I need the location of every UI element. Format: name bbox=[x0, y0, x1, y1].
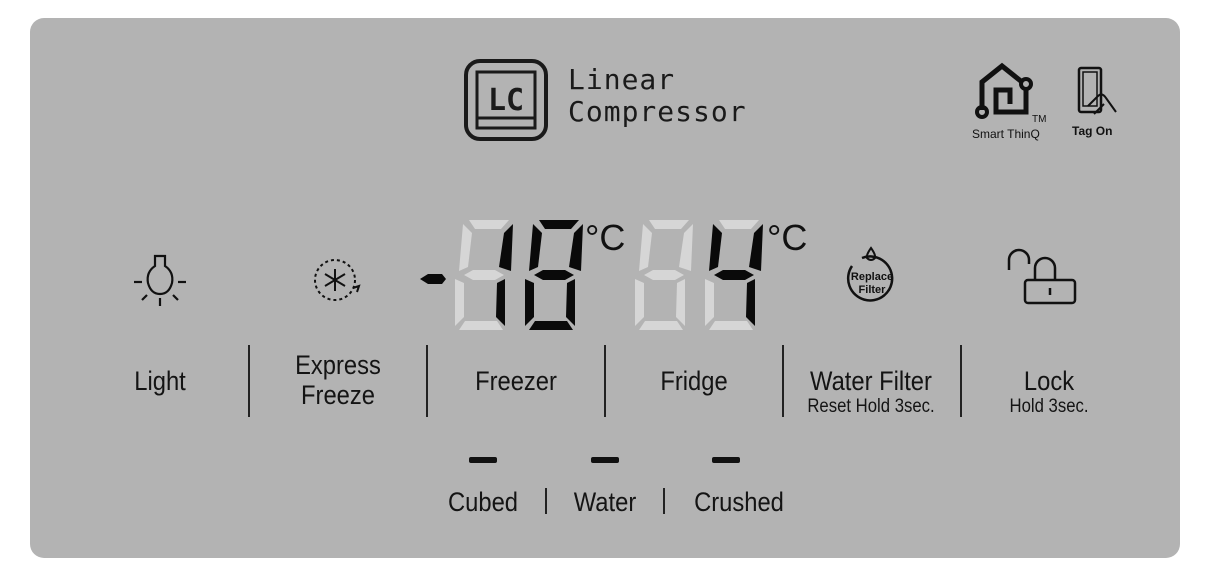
fridge-digit-1-segment-c bbox=[676, 279, 685, 326]
freezer-digit-2-segment-a bbox=[539, 220, 579, 229]
cubed-button[interactable]: Cubed bbox=[435, 487, 532, 517]
water-button[interactable]: Water bbox=[557, 487, 654, 517]
svg-text:Filter: Filter bbox=[859, 284, 887, 296]
smart-thinq-icon bbox=[975, 62, 1033, 119]
freezer-digit-2-segment-e bbox=[525, 279, 534, 326]
brand-line1: Linear bbox=[568, 63, 676, 96]
fridge-digit-1-segment-b bbox=[679, 224, 693, 271]
freezer-digit-2-segment-f bbox=[529, 224, 542, 271]
fridge-digit-1-segment-d bbox=[639, 321, 683, 330]
fridge-digit-1-segment-e bbox=[635, 279, 644, 326]
divider bbox=[604, 345, 606, 417]
freezer-digit-2-segment-b bbox=[569, 224, 583, 271]
fridge-button[interactable]: Fridge bbox=[632, 366, 755, 396]
fridge-digit-2-segment-d bbox=[709, 321, 753, 330]
light-bulb-icon bbox=[134, 254, 186, 306]
freezer-digit-1-segment-f bbox=[459, 224, 472, 271]
freezer-digit-1-segment-a bbox=[469, 220, 509, 229]
fridge-digit-2-segment-e bbox=[705, 279, 714, 326]
svg-text:LC: LC bbox=[488, 83, 524, 118]
divider bbox=[663, 488, 665, 514]
divider bbox=[545, 488, 547, 514]
fridge-digit-2-segment-b bbox=[749, 224, 763, 271]
freezer-digit-1-segment-d bbox=[459, 321, 503, 330]
lc-logo-icon: LC bbox=[464, 59, 548, 141]
freezer-unit: °C bbox=[585, 217, 626, 258]
freezer-digit-2-segment-d bbox=[529, 321, 573, 330]
lock-button[interactable]: Lock Hold 3sec. bbox=[987, 366, 1110, 418]
tag-on-button[interactable]: Tag On bbox=[1070, 66, 1120, 141]
cubed-indicator bbox=[469, 457, 497, 463]
water-indicator bbox=[591, 457, 619, 463]
tag-on-label: Tag On bbox=[1072, 124, 1113, 138]
freezer-digit-2-segment-c bbox=[566, 279, 575, 326]
freezer-digit-1-segment-b bbox=[499, 224, 513, 271]
freezer-digit-2-segment-g bbox=[534, 270, 574, 280]
divider bbox=[426, 345, 428, 417]
freezer-digit-1-segment-c bbox=[496, 279, 505, 326]
fridge-digit-1-segment-f bbox=[639, 224, 652, 271]
replace-filter-icon: Replace Filter bbox=[846, 246, 894, 302]
light-button[interactable]: Light bbox=[98, 366, 221, 396]
freezer-button[interactable]: Freezer bbox=[454, 366, 577, 396]
express-freeze-icon bbox=[314, 259, 361, 301]
unlock-icon bbox=[1007, 248, 1077, 305]
fridge-unit: °C bbox=[767, 217, 808, 258]
trademark: TM bbox=[1032, 114, 1047, 125]
divider bbox=[782, 345, 784, 417]
divider bbox=[248, 345, 250, 417]
crushed-button[interactable]: Crushed bbox=[687, 487, 791, 517]
fridge-digit-2-segment-a bbox=[719, 220, 759, 229]
brand-line2: Compressor bbox=[568, 95, 747, 128]
svg-text:Replace: Replace bbox=[851, 271, 893, 283]
fridge-digit-1-segment-g bbox=[644, 270, 684, 280]
fridge-digit-2-segment-g bbox=[714, 270, 754, 280]
tag-on-phone-icon bbox=[1077, 66, 1117, 115]
express-freeze-button[interactable]: Express Freeze bbox=[276, 350, 399, 410]
water-filter-button[interactable]: Water Filter Reset Hold 3sec. bbox=[801, 366, 942, 418]
smart-thinq-label: Smart ThinQ bbox=[972, 127, 1040, 141]
smart-thinq-button[interactable]: Smart ThinQ TM bbox=[970, 60, 1050, 145]
freezer-digit-1-segment-g bbox=[464, 270, 504, 280]
freezer-minus-segment bbox=[420, 274, 446, 284]
fridge-digit-2-segment-f bbox=[709, 224, 722, 271]
fridge-digit-1-segment-a bbox=[649, 220, 689, 229]
crushed-indicator bbox=[712, 457, 740, 463]
divider bbox=[960, 345, 962, 417]
fridge-digit-2-segment-c bbox=[746, 279, 755, 326]
brand-text: Linear Compressor bbox=[568, 64, 747, 128]
freezer-digit-1-segment-e bbox=[455, 279, 464, 326]
